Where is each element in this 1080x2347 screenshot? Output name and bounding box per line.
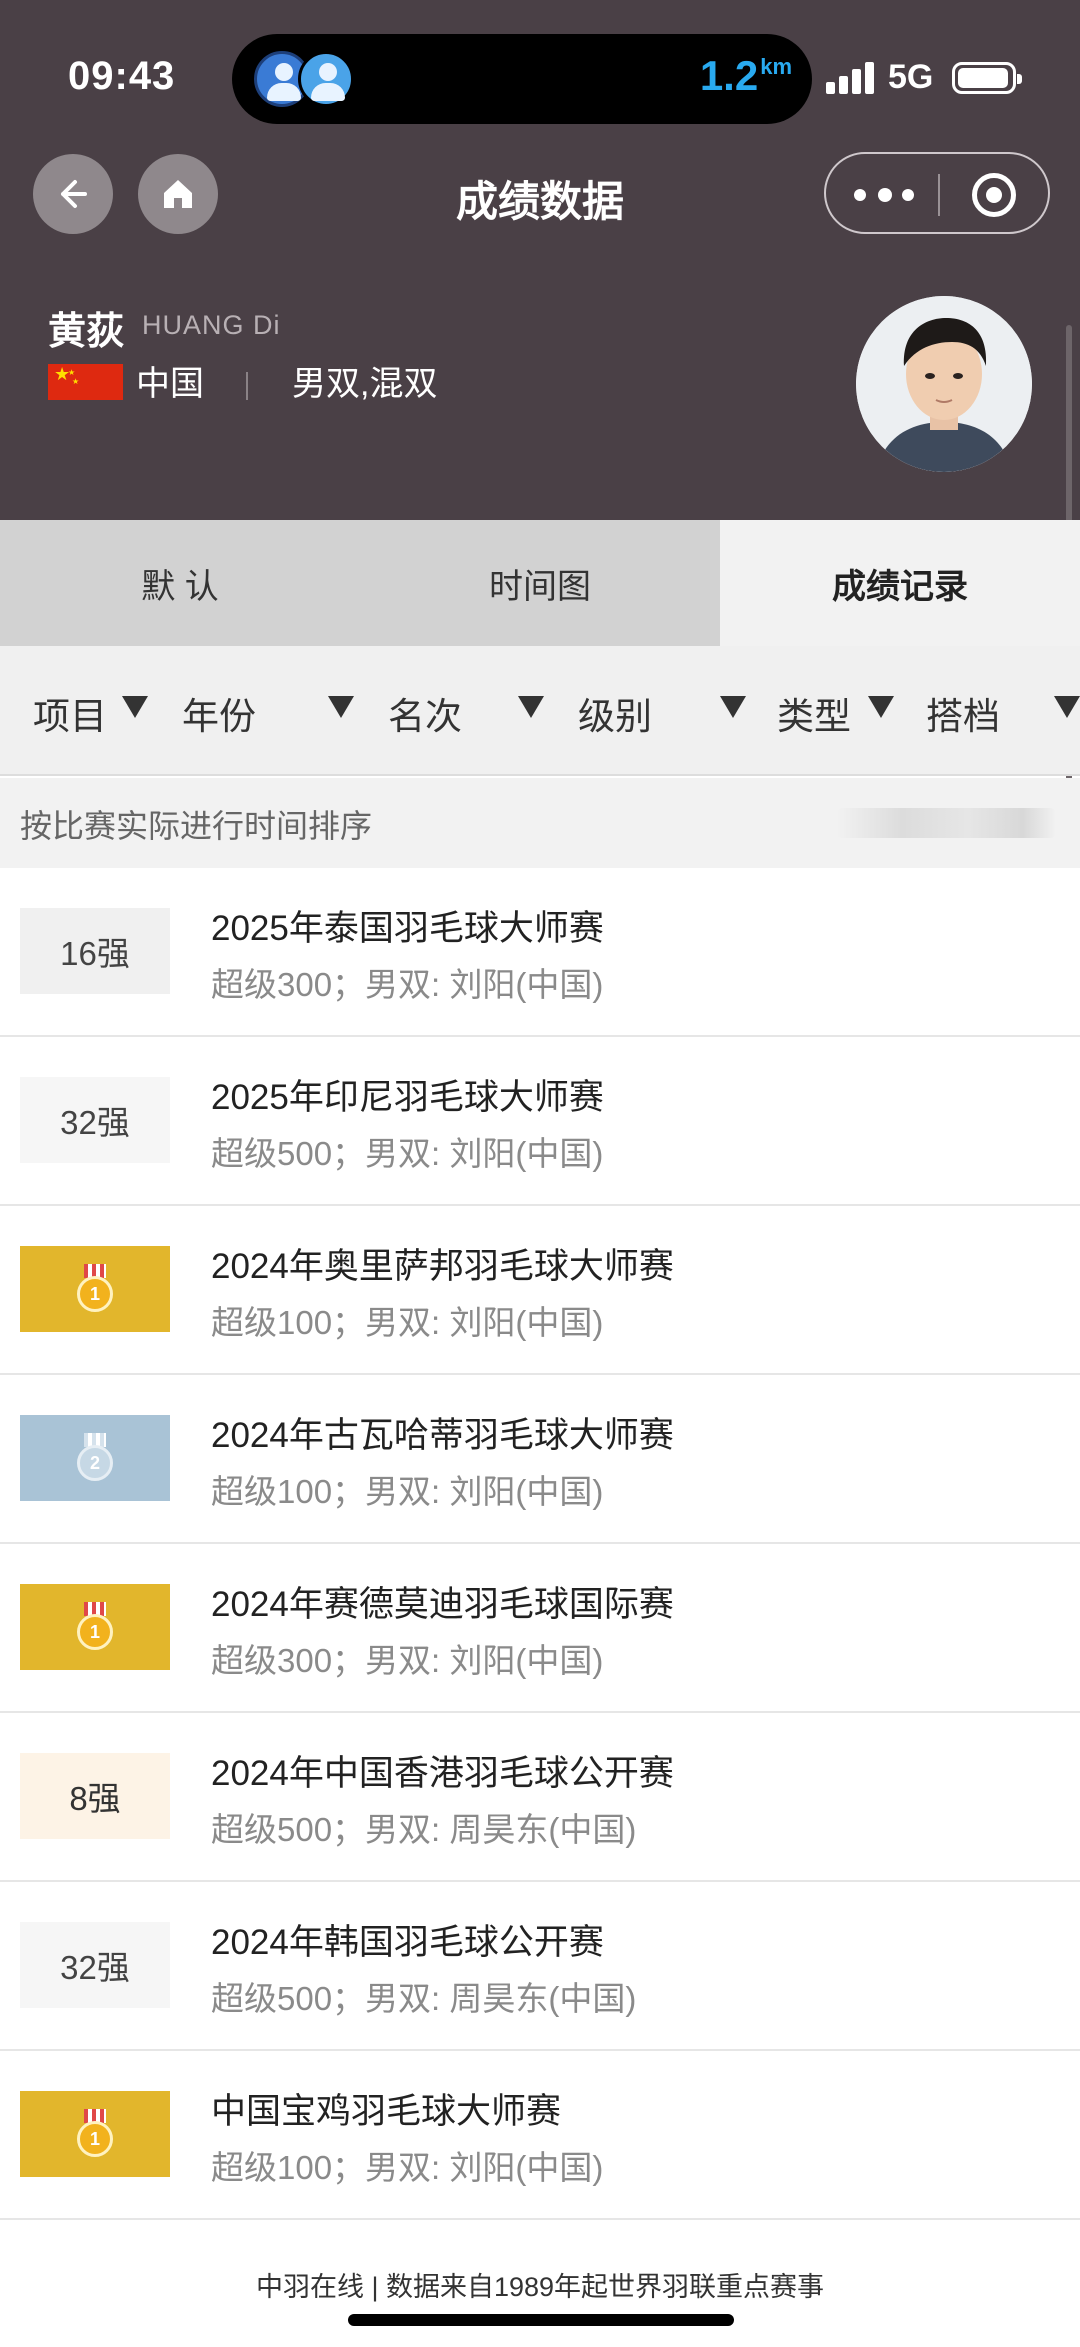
tournament-name: 2024年中国香港羽毛球公开赛 [211, 1754, 674, 1793]
target-close-icon[interactable] [972, 173, 1016, 217]
player-profile: 黄荻 HUANG Di ★ ★ ★ 中国 男双,混双 [0, 290, 1080, 520]
tab-timeline[interactable]: 时间图 [360, 520, 720, 646]
network-type: 5G [888, 58, 934, 96]
distance-unit: km [760, 54, 792, 79]
dynamic-island[interactable]: 1.2km [232, 34, 812, 124]
user-avatar-icon [298, 51, 354, 107]
rank-badge: 32强 [20, 1077, 170, 1163]
chevron-down-icon[interactable] [328, 696, 354, 718]
footer-note: 中羽在线 | 数据来自1989年起世界羽联重点赛事 [255, 2272, 825, 2302]
distance-value: 1.2 [699, 52, 759, 99]
header: 09:43 1.2km 5G 成绩数据 黄荻 HUANG Di ★ ★ ★ 中国… [0, 0, 1080, 520]
tournament-name: 2024年古瓦哈蒂羽毛球大师赛 [211, 1416, 674, 1455]
gold-medal-icon: 1 [75, 1602, 115, 1652]
tournament-name: 2025年印尼羽毛球大师赛 [211, 1078, 604, 1117]
capsule-divider [938, 174, 940, 216]
list-item[interactable]: 16强 2025年泰国羽毛球大师赛 超级300；男双: 刘阳(中国) [0, 868, 1080, 1037]
silver-medal-badge: 2 [20, 1415, 170, 1501]
tournament-name: 2024年赛德莫迪羽毛球国际赛 [211, 1585, 674, 1624]
gold-medal-badge: 1 [20, 1246, 170, 1332]
player-photo-icon [856, 296, 1032, 472]
island-avatars [254, 51, 364, 107]
list-item[interactable]: 32强 2025年印尼羽毛球大师赛 超级500；男双: 刘阳(中国) [0, 1037, 1080, 1206]
list-item[interactable]: 2 2024年古瓦哈蒂羽毛球大师赛 超级100；男双: 刘阳(中国) [0, 1375, 1080, 1544]
list-item[interactable]: 1 2024年赛德莫迪羽毛球国际赛 超级300；男双: 刘阳(中国) [0, 1544, 1080, 1713]
results-list: 16强 2025年泰国羽毛球大师赛 超级300；男双: 刘阳(中国) 32强 2… [0, 868, 1080, 2220]
status-time: 09:43 [68, 54, 176, 98]
nav-bar: 成绩数据 [0, 150, 1080, 240]
mini-program-capsule [824, 152, 1050, 234]
player-country: 中国 [136, 365, 204, 403]
rank-badge: 32强 [20, 1922, 170, 2008]
list-item[interactable]: 32强 2024年韩国羽毛球公开赛 超级500；男双: 周昊东(中国) [0, 1882, 1080, 2051]
gold-medal-badge: 1 [20, 1584, 170, 1670]
blurred-text [836, 808, 1056, 838]
list-item[interactable]: 1 2024年奥里萨邦羽毛球大师赛 超级100；男双: 刘阳(中国) [0, 1206, 1080, 1375]
gold-medal-icon: 1 [75, 1264, 115, 1314]
chevron-down-icon[interactable] [868, 696, 894, 718]
tournament-detail: 超级100；男双: 刘阳(中国) [211, 2149, 604, 2186]
gold-medal-icon: 1 [75, 2109, 115, 2159]
filter-type[interactable]: 类型 [777, 686, 851, 740]
tournament-detail: 超级500；男双: 刘阳(中国) [211, 1135, 604, 1172]
tab-bar: 默 认 时间图 成绩记录 [0, 520, 1080, 646]
home-indicator[interactable] [348, 2314, 734, 2326]
signal-strength-icon [826, 62, 876, 94]
tournament-detail: 超级500；男双: 周昊东(中国) [211, 1980, 637, 2017]
chevron-down-icon[interactable] [720, 696, 746, 718]
filter-level[interactable]: 级别 [578, 686, 652, 740]
profile-separator [246, 372, 248, 400]
status-bar: 09:43 1.2km 5G [0, 0, 1080, 150]
chevron-down-icon[interactable] [518, 696, 544, 718]
filter-year[interactable]: 年份 [182, 686, 256, 740]
sort-description: 按比赛实际进行时间排序 [20, 808, 373, 844]
tournament-detail: 超级300；男双: 刘阳(中国) [211, 966, 604, 1003]
filter-partner[interactable]: 搭档 [926, 686, 1000, 740]
player-name-en: HUANG Di [142, 310, 281, 340]
player-events: 男双,混双 [292, 365, 438, 403]
filter-bar: 项目 年份 名次 级别 类型 搭档 [0, 646, 1080, 776]
silver-medal-icon: 2 [75, 1433, 115, 1483]
list-item[interactable]: 1 中国宝鸡羽毛球大师赛 超级100；男双: 刘阳(中国) [0, 2051, 1080, 2220]
china-flag-icon: ★ ★ ★ [48, 364, 123, 400]
rank-badge: 8强 [20, 1753, 170, 1839]
tournament-name: 2024年奥里萨邦羽毛球大师赛 [211, 1247, 674, 1286]
list-item[interactable]: 8强 2024年中国香港羽毛球公开赛 超级500；男双: 周昊东(中国) [0, 1713, 1080, 1882]
tournament-name: 2024年韩国羽毛球公开赛 [211, 1923, 604, 1962]
tab-default[interactable]: 默 认 [0, 520, 360, 646]
filter-event[interactable]: 项目 [33, 686, 107, 740]
chevron-down-icon[interactable] [122, 696, 148, 718]
gold-medal-badge: 1 [20, 2091, 170, 2177]
filter-rank[interactable]: 名次 [388, 686, 462, 740]
distance-readout: 1.2km [700, 52, 792, 100]
tournament-detail: 超级500；男双: 周昊东(中国) [211, 1811, 637, 1848]
tournament-name: 中国宝鸡羽毛球大师赛 [211, 2092, 562, 2131]
more-dots-icon[interactable] [854, 188, 914, 202]
player-avatar[interactable] [856, 296, 1032, 472]
chevron-down-icon[interactable] [1054, 696, 1080, 718]
rank-badge: 16强 [20, 908, 170, 994]
battery-icon [952, 62, 1022, 94]
sort-bar: 按比赛实际进行时间排序 [0, 778, 1080, 868]
tournament-detail: 超级100；男双: 刘阳(中国) [211, 1473, 604, 1510]
tournament-name: 2025年泰国羽毛球大师赛 [211, 909, 604, 948]
tab-results[interactable]: 成绩记录 [720, 520, 1080, 646]
tournament-detail: 超级300；男双: 刘阳(中国) [211, 1642, 604, 1679]
player-name: 黄荻 [48, 311, 125, 353]
tournament-detail: 超级100；男双: 刘阳(中国) [211, 1304, 604, 1341]
